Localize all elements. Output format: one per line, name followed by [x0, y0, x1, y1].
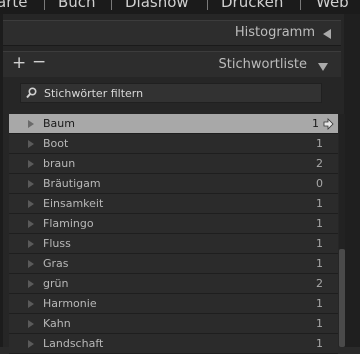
module-item-diashow[interactable]: Diashow: [125, 0, 189, 11]
keyword-list-scrollbar[interactable]: [339, 114, 345, 347]
keyword-row[interactable]: Baum 1: [9, 114, 338, 134]
histogram-panel-header[interactable]: Histogramm: [3, 20, 341, 46]
module-item-drucken[interactable]: Drucken: [221, 0, 283, 11]
keyword-count: 1: [316, 197, 323, 210]
histogram-title: Histogramm: [234, 25, 315, 40]
module-item-buch[interactable]: Buch: [58, 0, 96, 11]
keyword-name: Harmonie: [43, 297, 97, 310]
disclosure-triangle-icon[interactable]: [28, 300, 34, 308]
keyword-list: Baum 1 Boot 1 braun 2 Bräutigam 0 Einsam…: [9, 114, 338, 354]
keyword-list-title: Stichwortliste: [218, 57, 307, 72]
right-panel-edge: [344, 14, 360, 347]
keyword-row[interactable]: braun 2: [9, 154, 338, 174]
disclosure-triangle-icon[interactable]: [28, 140, 34, 148]
keyword-count: 1: [316, 297, 323, 310]
right-side-panel: Histogramm + − Stichwortliste Baum 1 Boo…: [3, 14, 345, 354]
module-item-karte[interactable]: arte: [0, 0, 27, 11]
keyword-row[interactable]: Landschaft 1: [9, 334, 338, 354]
disclosure-triangle-icon[interactable]: [28, 220, 34, 228]
keyword-row[interactable]: Gras 1: [9, 254, 338, 274]
disclosure-triangle-icon[interactable]: [28, 260, 34, 268]
keyword-name: Einsamkeit: [43, 197, 104, 210]
keyword-name: Fluss: [43, 237, 71, 250]
remove-keyword-button[interactable]: −: [32, 52, 46, 72]
keyword-list-panel-header[interactable]: + − Stichwortliste: [3, 51, 341, 77]
keyword-row[interactable]: Boot 1: [9, 134, 338, 154]
go-to-photos-arrow-icon[interactable]: [323, 118, 334, 130]
disclosure-triangle-icon[interactable]: [28, 320, 34, 328]
keyword-name: Baum: [43, 117, 75, 130]
keyword-count: 1: [316, 337, 323, 350]
keyword-count: 0: [316, 177, 323, 190]
keyword-count: 1: [312, 117, 319, 130]
keyword-row[interactable]: Harmonie 1: [9, 294, 338, 314]
disclosure-triangle-icon[interactable]: [28, 280, 34, 288]
disclosure-triangle-icon[interactable]: [28, 240, 34, 248]
keyword-name: grün: [43, 277, 69, 290]
add-keyword-button[interactable]: +: [12, 53, 26, 73]
keyword-row[interactable]: Flamingo 1: [9, 214, 338, 234]
keyword-name: Bräutigam: [43, 177, 101, 190]
keyword-row[interactable]: Kahn 1: [9, 314, 338, 334]
expand-arrow-icon[interactable]: [318, 63, 328, 71]
keyword-name: Boot: [43, 137, 69, 150]
disclosure-triangle-icon[interactable]: [28, 200, 34, 208]
menu-separator: [111, 0, 112, 10]
collapse-arrow-icon[interactable]: [323, 29, 331, 39]
keyword-name: Landschaft: [43, 337, 104, 350]
keyword-count: 1: [316, 217, 323, 230]
keyword-count: 2: [316, 157, 323, 170]
keyword-filter-input[interactable]: [44, 84, 314, 102]
scrollbar-thumb[interactable]: [339, 249, 345, 347]
disclosure-triangle-icon[interactable]: [28, 120, 34, 128]
keyword-name: braun: [43, 157, 76, 170]
search-icon: [26, 87, 37, 99]
keyword-count: 1: [316, 257, 323, 270]
module-item-web[interactable]: Web: [316, 0, 349, 11]
menu-separator: [44, 0, 45, 10]
keyword-name: Flamingo: [43, 217, 94, 230]
keyword-count: 1: [316, 237, 323, 250]
keyword-name: Kahn: [43, 317, 71, 330]
disclosure-triangle-icon[interactable]: [28, 160, 34, 168]
menu-separator: [300, 0, 301, 10]
keyword-row[interactable]: Fluss 1: [9, 234, 338, 254]
keyword-row[interactable]: Bräutigam 0: [9, 174, 338, 194]
keyword-filter-field[interactable]: [20, 83, 322, 103]
keyword-count: 2: [316, 277, 323, 290]
keyword-row[interactable]: Einsamkeit 1: [9, 194, 338, 214]
keyword-name: Gras: [43, 257, 69, 270]
menu-separator: [207, 0, 208, 10]
module-menu-bar: arte Buch Diashow Drucken Web: [0, 0, 360, 14]
keyword-count: 1: [316, 137, 323, 150]
keyword-row[interactable]: grün 2: [9, 274, 338, 294]
disclosure-triangle-icon[interactable]: [28, 180, 34, 188]
keyword-count: 1: [316, 317, 323, 330]
